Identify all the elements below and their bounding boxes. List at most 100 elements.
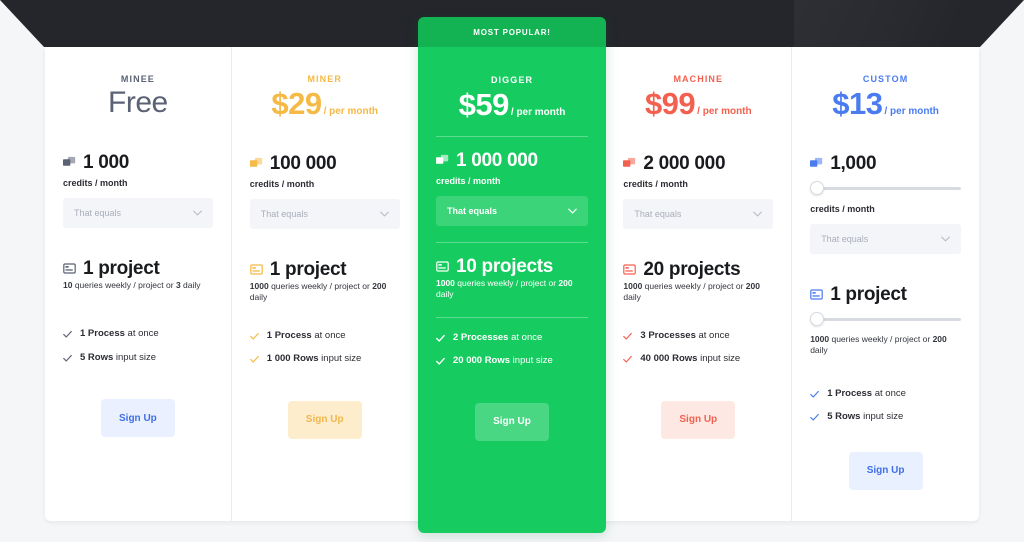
check-icon <box>623 332 633 340</box>
that-equals-label: That equals <box>634 209 682 219</box>
projects-icon <box>63 263 76 274</box>
credits-metric: 1,000 <box>810 154 961 173</box>
sign-up-button[interactable]: Sign Up <box>475 402 549 441</box>
check-icon <box>436 334 445 342</box>
that-equals-select[interactable]: That equals <box>623 199 774 229</box>
projects-icon <box>623 264 637 275</box>
feature-item: 1 000 Rows input size <box>249 353 400 365</box>
plan-card-machine[interactable]: MACHINE $99 / per month 2 000 000 credit… <box>605 47 793 521</box>
plan-price-period: / per month <box>884 106 939 117</box>
plan-price: $29 / per month <box>250 88 400 119</box>
that-equals-label: That equals <box>447 206 498 216</box>
sign-up-button[interactable]: Sign Up <box>100 399 175 438</box>
slider-thumb[interactable] <box>810 181 825 195</box>
plan-price-amount: $99 <box>644 86 696 121</box>
check-icon <box>249 356 259 363</box>
that-equals-label: That equals <box>821 234 869 244</box>
plan-price: Free <box>63 88 213 118</box>
feature-text: 3 Processes at once <box>640 329 730 341</box>
plan-card-miner[interactable]: MINER $29 / per month 100 000 credits / … <box>232 47 419 521</box>
feature-text: 2 Processes at once <box>453 331 543 343</box>
feature-item: 5 Rows input size <box>63 352 213 363</box>
credits-label: credits / month <box>623 179 688 189</box>
credits-icon <box>623 157 636 167</box>
divider <box>436 242 588 243</box>
plan-card-digger[interactable]: MOST POPULAR! DIGGER $59 / per month 1 0… <box>418 17 606 533</box>
credits-value: 2 000 000 <box>643 153 726 174</box>
credits-slider[interactable] <box>810 181 961 195</box>
credits-label: credits / month <box>436 176 501 186</box>
check-icon <box>63 354 72 362</box>
that-equals-select[interactable]: That equals <box>436 196 588 226</box>
credits-value: 100 000 <box>269 153 337 174</box>
plan-header: MINEE Free <box>63 74 213 118</box>
chevron-down-icon <box>379 211 389 217</box>
plan-price-period: / per month <box>510 107 566 118</box>
chevron-down-icon <box>192 210 202 216</box>
divider <box>436 136 588 137</box>
plan-header: MINER $29 / per month <box>250 74 400 119</box>
credits-metric: 100 000 <box>249 153 400 174</box>
plan-price-period: / per month <box>697 106 752 117</box>
chevron-down-icon <box>941 236 950 242</box>
plan-card-custom[interactable]: CUSTOM $13 / per month 1,000 credits / m… <box>792 47 979 521</box>
check-icon <box>810 390 820 398</box>
feature-item: 1 Process at once <box>810 388 961 399</box>
projects-value: 10 projects <box>456 256 554 277</box>
credits-value: 1 000 000 <box>456 150 538 171</box>
plan-price-amount: Free <box>108 86 168 119</box>
chevron-down-icon <box>753 211 762 217</box>
slider-track <box>815 318 961 321</box>
plan-name: MINER <box>307 74 342 84</box>
plan-price: $13 / per month <box>810 88 961 119</box>
feature-text: 1 Process at once <box>80 328 159 340</box>
feature-item: 1 Process at once <box>63 328 213 339</box>
chevron-down-icon <box>568 208 577 214</box>
sign-up-button[interactable]: Sign Up <box>661 400 736 439</box>
projects-icon <box>250 264 263 275</box>
plan-price-amount: $29 <box>271 86 322 121</box>
that-equals-select[interactable]: That equals <box>249 199 400 229</box>
slider-track <box>815 187 961 190</box>
check-icon <box>63 331 72 339</box>
feature-text: 40 000 Rows input size <box>640 353 741 365</box>
pricing-page: MINEE Free 1 000 credits / month That eq… <box>0 0 1024 542</box>
most-popular-label: MOST POPULAR! <box>473 27 551 37</box>
check-icon <box>623 356 633 363</box>
plan-header: DIGGER $59 / per month <box>436 75 588 120</box>
projects-metric: 1 project <box>63 259 213 278</box>
plan-name: MINEE <box>120 74 155 84</box>
projects-metric: 1 project <box>810 285 961 304</box>
projects-note: 1000 queries weekly / project or 200 dai… <box>623 281 760 303</box>
that-equals-select[interactable]: That equals <box>63 198 213 228</box>
plan-name: CUSTOM <box>862 74 909 84</box>
credits-icon <box>249 157 262 167</box>
check-icon <box>810 414 820 421</box>
feature-item: 40 000 Rows input size <box>623 353 773 364</box>
plan-name: DIGGER <box>490 75 534 85</box>
credits-icon <box>63 156 76 166</box>
projects-metric: 20 projects <box>623 260 773 279</box>
that-equals-select[interactable]: That equals <box>810 224 961 254</box>
feature-item: 3 Processes at once <box>623 330 773 341</box>
feature-text: 5 Rows input size <box>827 411 904 423</box>
credits-icon <box>810 157 823 167</box>
projects-metric: 10 projects <box>436 257 588 276</box>
plan-card-minee[interactable]: MINEE Free 1 000 credits / month That eq… <box>45 47 232 521</box>
slider-thumb[interactable] <box>810 312 825 326</box>
sign-up-button[interactable]: Sign Up <box>287 400 362 439</box>
projects-slider[interactable] <box>810 312 961 326</box>
feature-text: 1 Process at once <box>266 329 346 341</box>
feature-item: 20 000 Rows input size <box>436 355 588 366</box>
feature-text: 1 000 Rows input size <box>266 353 362 365</box>
check-icon <box>436 358 445 365</box>
feature-item: 1 Process at once <box>249 329 400 341</box>
projects-note: 1000 queries weekly / project or 200 dai… <box>436 278 573 300</box>
sign-up-button[interactable]: Sign Up <box>848 451 923 490</box>
projects-value: 1 project <box>830 284 907 305</box>
projects-value: 1 project <box>269 259 347 280</box>
feature-item: 5 Rows input size <box>810 411 961 422</box>
plan-price-amount: $59 <box>458 87 510 122</box>
credits-label: credits / month <box>63 178 128 188</box>
projects-note: 10 queries weekly / project or 3 daily <box>63 280 201 290</box>
